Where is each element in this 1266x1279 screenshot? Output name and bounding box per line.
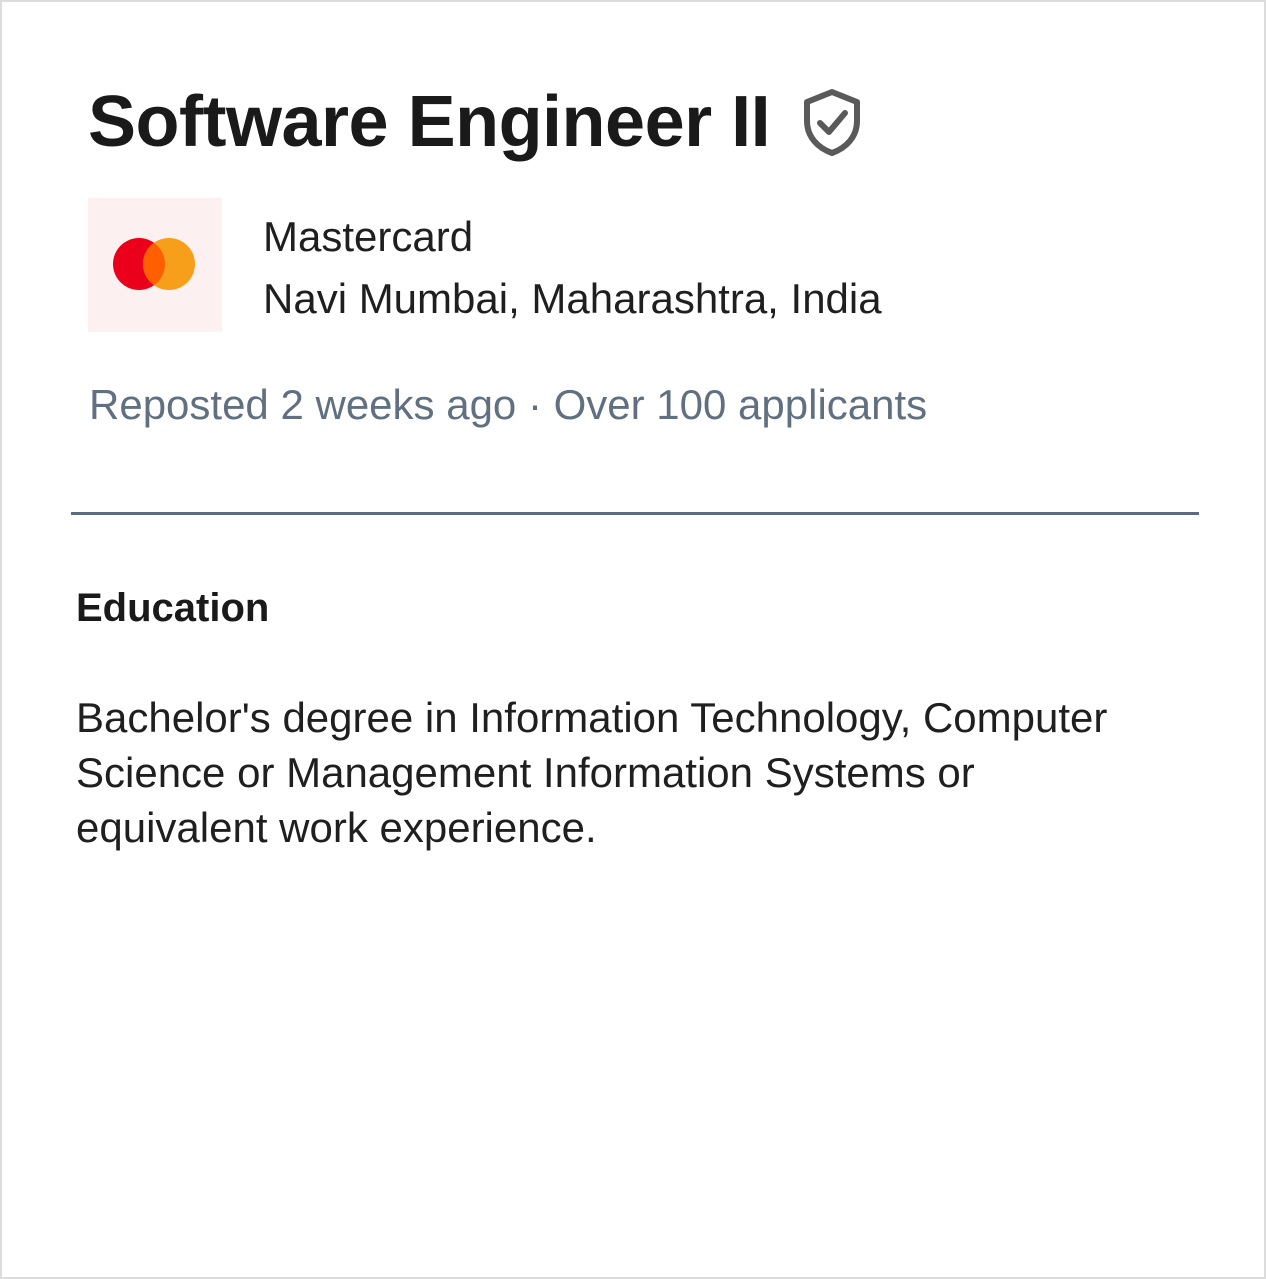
job-title: Software Engineer II [88, 82, 771, 162]
divider [71, 512, 1199, 515]
company-name[interactable]: Mastercard [263, 206, 882, 268]
company-logo[interactable] [88, 198, 222, 332]
title-row: Software Engineer II [88, 80, 864, 164]
meta-separator: · [516, 381, 554, 428]
company-info: Mastercard Navi Mumbai, Maharashtra, Ind… [263, 206, 882, 330]
education-body: Bachelor's degree in Information Technol… [76, 694, 1108, 851]
job-location: Navi Mumbai, Maharashtra, India [263, 275, 882, 322]
job-meta: Reposted 2 weeks ago · Over 100 applican… [89, 376, 927, 434]
applicant-count: Over 100 applicants [553, 381, 928, 428]
job-card: Software Engineer II Mastercard Navi Mum… [0, 0, 1266, 1279]
education-heading: Education [76, 586, 270, 630]
mastercard-logo-icon [113, 238, 195, 290]
shield-check-icon[interactable] [800, 87, 864, 157]
posted-time: Reposted 2 weeks ago [89, 381, 517, 428]
